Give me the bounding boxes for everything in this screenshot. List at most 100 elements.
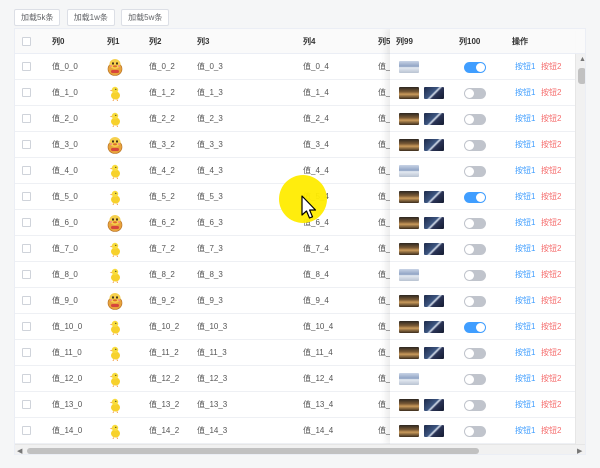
toggle-switch[interactable]	[464, 218, 486, 229]
fixed-table-row[interactable]: 按钮1 按钮2	[390, 262, 575, 288]
thumbnail-image[interactable]	[424, 243, 444, 255]
header-col4[interactable]: 列4	[303, 29, 315, 54]
fixed-table-row[interactable]: 按钮1 按钮2	[390, 132, 575, 158]
thumbnail-image[interactable]	[424, 347, 444, 359]
action-button-1[interactable]: 按钮1	[515, 392, 535, 418]
thumbnail-image[interactable]	[424, 321, 444, 333]
row-checkbox[interactable]	[22, 140, 31, 149]
thumbnail-image[interactable]	[399, 347, 419, 359]
thumbnail-image[interactable]	[399, 399, 419, 411]
header-col3[interactable]: 列3	[197, 29, 209, 54]
thumbnail-image[interactable]	[424, 139, 444, 151]
action-button-1[interactable]: 按钮1	[515, 54, 535, 80]
load-5k-button[interactable]: 加载5k条	[14, 9, 61, 26]
thumbnail-image[interactable]	[399, 217, 419, 229]
thumbnail-image[interactable]	[424, 295, 444, 307]
action-button-1[interactable]: 按钮1	[515, 132, 535, 158]
action-button-2[interactable]: 按钮2	[541, 418, 561, 444]
toggle-switch[interactable]	[464, 296, 486, 307]
action-button-1[interactable]: 按钮1	[515, 184, 535, 210]
fixed-table-row[interactable]: 按钮1 按钮2	[390, 288, 575, 314]
fixed-table-row[interactable]: 按钮1 按钮2	[390, 236, 575, 262]
action-button-2[interactable]: 按钮2	[541, 210, 561, 236]
action-button-1[interactable]: 按钮1	[515, 80, 535, 106]
load-1w-button[interactable]: 加载1w条	[66, 9, 115, 26]
action-button-2[interactable]: 按钮2	[541, 80, 561, 106]
row-checkbox[interactable]	[22, 400, 31, 409]
row-checkbox[interactable]	[22, 192, 31, 201]
toggle-switch[interactable]	[464, 322, 486, 333]
thumbnail-image[interactable]	[424, 217, 444, 229]
row-checkbox[interactable]	[22, 244, 31, 253]
action-button-1[interactable]: 按钮1	[515, 366, 535, 392]
action-button-2[interactable]: 按钮2	[541, 392, 561, 418]
toggle-switch[interactable]	[464, 400, 486, 411]
scroll-left-icon[interactable]: ◀	[17, 447, 22, 454]
header-col100[interactable]: 列100	[459, 29, 480, 54]
thumbnail-image[interactable]	[399, 87, 419, 99]
fixed-table-row[interactable]: 按钮1 按钮2	[390, 418, 575, 444]
toggle-switch[interactable]	[464, 348, 486, 359]
action-button-1[interactable]: 按钮1	[515, 262, 535, 288]
row-checkbox[interactable]	[22, 270, 31, 279]
row-checkbox[interactable]	[22, 348, 31, 357]
action-button-1[interactable]: 按钮1	[515, 314, 535, 340]
thumbnail-image[interactable]	[424, 425, 444, 437]
row-checkbox[interactable]	[22, 114, 31, 123]
toggle-switch[interactable]	[464, 374, 486, 385]
row-checkbox[interactable]	[22, 296, 31, 305]
toggle-switch[interactable]	[464, 426, 486, 437]
toggle-switch[interactable]	[464, 114, 486, 125]
thumbnail-image[interactable]	[399, 269, 419, 281]
header-col0[interactable]: 列0	[52, 29, 64, 54]
action-button-2[interactable]: 按钮2	[541, 262, 561, 288]
action-button-2[interactable]: 按钮2	[541, 314, 561, 340]
select-all-checkbox[interactable]	[22, 37, 31, 46]
fixed-table-row[interactable]: 按钮1 按钮2	[390, 210, 575, 236]
thumbnail-image[interactable]	[424, 399, 444, 411]
action-button-1[interactable]: 按钮1	[515, 210, 535, 236]
action-button-2[interactable]: 按钮2	[541, 366, 561, 392]
load-5w-button[interactable]: 加载5w条	[121, 9, 170, 26]
fixed-table-row[interactable]: 按钮1 按钮2	[390, 340, 575, 366]
action-button-2[interactable]: 按钮2	[541, 106, 561, 132]
header-col1[interactable]: 列1	[107, 29, 119, 54]
fixed-table-row[interactable]: 按钮1 按钮2	[390, 54, 575, 80]
vertical-scrollbar[interactable]: ▲	[575, 54, 585, 444]
row-checkbox[interactable]	[22, 88, 31, 97]
header-col5[interactable]: 列5	[378, 29, 390, 54]
action-button-1[interactable]: 按钮1	[515, 236, 535, 262]
fixed-table-row[interactable]: 按钮1 按钮2	[390, 80, 575, 106]
thumbnail-image[interactable]	[424, 87, 444, 99]
thumbnail-image[interactable]	[399, 191, 419, 203]
header-col2[interactable]: 列2	[149, 29, 161, 54]
thumbnail-image[interactable]	[399, 113, 419, 125]
action-button-2[interactable]: 按钮2	[541, 236, 561, 262]
toggle-switch[interactable]	[464, 140, 486, 151]
action-button-2[interactable]: 按钮2	[541, 132, 561, 158]
row-checkbox[interactable]	[22, 322, 31, 331]
row-checkbox[interactable]	[22, 374, 31, 383]
fixed-table-row[interactable]: 按钮1 按钮2	[390, 314, 575, 340]
action-button-1[interactable]: 按钮1	[515, 288, 535, 314]
toggle-switch[interactable]	[464, 270, 486, 281]
action-button-1[interactable]: 按钮1	[515, 158, 535, 184]
action-button-2[interactable]: 按钮2	[541, 340, 561, 366]
action-button-1[interactable]: 按钮1	[515, 106, 535, 132]
toggle-switch[interactable]	[464, 88, 486, 99]
toggle-switch[interactable]	[464, 192, 486, 203]
scroll-right-icon[interactable]: ▶	[577, 447, 582, 454]
action-button-1[interactable]: 按钮1	[515, 340, 535, 366]
action-button-2[interactable]: 按钮2	[541, 54, 561, 80]
thumbnail-image[interactable]	[399, 139, 419, 151]
scroll-up-icon[interactable]: ▲	[579, 56, 585, 63]
action-button-1[interactable]: 按钮1	[515, 418, 535, 444]
horizontal-scroll-thumb[interactable]	[27, 448, 479, 454]
thumbnail-image[interactable]	[399, 425, 419, 437]
fixed-table-row[interactable]: 按钮1 按钮2	[390, 184, 575, 210]
row-checkbox[interactable]	[22, 426, 31, 435]
thumbnail-image[interactable]	[399, 321, 419, 333]
fixed-table-row[interactable]: 按钮1 按钮2	[390, 392, 575, 418]
thumbnail-image[interactable]	[399, 243, 419, 255]
header-col99[interactable]: 列99	[396, 29, 413, 54]
